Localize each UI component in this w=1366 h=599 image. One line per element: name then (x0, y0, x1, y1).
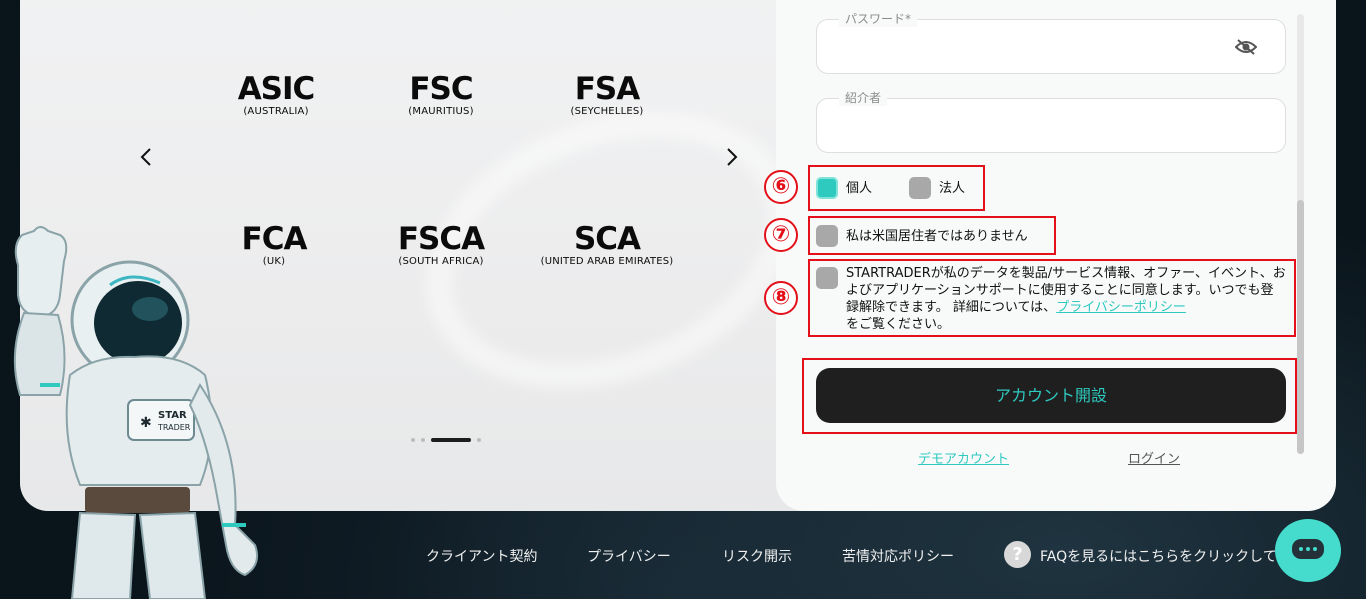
annotation-marker-8: ⑧ (764, 281, 798, 315)
referrer-field[interactable]: 紹介者 (816, 90, 1286, 153)
footer-link-risk[interactable]: リスク開示 (722, 546, 792, 566)
regulator-region: (MAURITIUS) (408, 106, 474, 117)
pagination-dot-active[interactable] (431, 438, 471, 442)
open-account-button[interactable]: アカウント開設 (816, 368, 1286, 423)
badge-text-trader: TRADER (157, 423, 191, 432)
chat-bubble-icon (1292, 539, 1324, 559)
pagination-dot[interactable] (411, 438, 415, 442)
badge-text-star: STAR (158, 410, 187, 421)
eye-off-icon[interactable] (1235, 38, 1257, 56)
regulator-sca: SCA (UNITED ARAB EMIRATES) (517, 223, 697, 269)
password-field[interactable]: パスワード* (816, 11, 1286, 74)
help-icon[interactable]: ? (1004, 541, 1031, 568)
regulator-code: FSCA (397, 221, 485, 257)
annotation-box-8 (808, 259, 1296, 337)
password-label: パスワード* (839, 11, 918, 27)
regulator-code: ASIC (237, 71, 316, 107)
regulator-asic: ASIC (AUSTRALIA) (186, 73, 366, 119)
form-scrollbar-thumb[interactable] (1297, 200, 1304, 454)
annotation-box-6 (808, 165, 985, 211)
demo-account-link[interactable]: デモアカウント (918, 448, 1009, 467)
svg-text:✱: ✱ (140, 415, 152, 431)
chat-button[interactable] (1275, 519, 1341, 582)
regulator-fsa: FSA (SEYCHELLES) (517, 73, 697, 119)
pagination-dot[interactable] (477, 438, 481, 442)
regulator-code: FSC (409, 71, 473, 107)
annotation-box-7 (808, 216, 1056, 255)
regulator-fsca: FSCA (SOUTH AFRICA) (351, 223, 531, 269)
regulator-region: (UNITED ARAB EMIRATES) (540, 256, 674, 267)
carousel-prev-button[interactable] (136, 146, 158, 168)
regulator-region: (AUSTRALIA) (243, 106, 309, 117)
footer-link-privacy[interactable]: プライバシー (587, 546, 671, 566)
carousel-pagination (411, 438, 481, 442)
password-input[interactable] (837, 36, 1227, 58)
regulator-region: (SOUTH AFRICA) (398, 256, 484, 267)
regulator-code: SCA (573, 221, 641, 257)
astronaut-illustration: STAR TRADER ✱ (13, 226, 258, 599)
login-link[interactable]: ログイン (1128, 448, 1180, 467)
pagination-dot[interactable] (421, 438, 425, 442)
regulator-region: (SEYCHELLES) (570, 106, 644, 117)
footer-link-client-agreement[interactable]: クライアント契約 (426, 546, 537, 566)
referrer-label: 紹介者 (839, 90, 888, 106)
annotation-marker-6: ⑥ (764, 170, 798, 204)
registration-panel (776, 0, 1336, 511)
chevron-right-icon (727, 148, 738, 166)
chevron-left-icon (140, 148, 151, 166)
regulator-code: FSA (574, 71, 641, 107)
faq-link[interactable]: FAQを見るにはこちらをクリックして (1040, 546, 1277, 566)
regulator-fsc: FSC (MAURITIUS) (351, 73, 531, 119)
annotation-marker-7: ⑦ (764, 218, 798, 252)
referrer-input[interactable] (837, 115, 1227, 137)
footer-link-complaints[interactable]: 苦情対応ポリシー (842, 546, 954, 566)
carousel-next-button[interactable] (720, 146, 742, 168)
